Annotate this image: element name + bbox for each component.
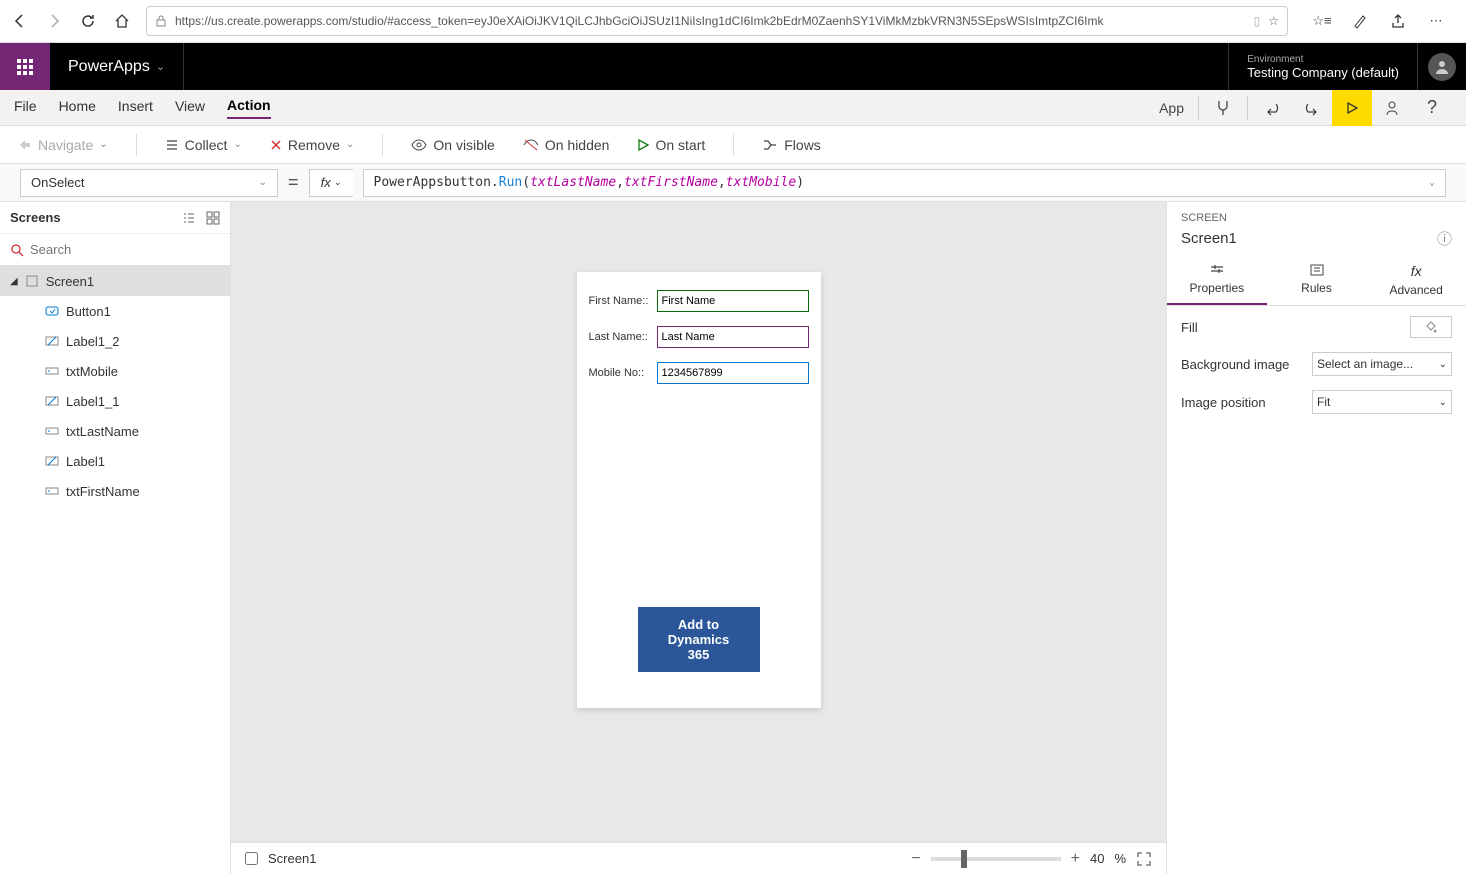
tab-advanced[interactable]: fx Advanced <box>1366 255 1466 305</box>
tree-header: Screens <box>10 210 61 225</box>
tree-item-label1[interactable]: Label1 <box>0 446 230 476</box>
tab-properties[interactable]: Properties <box>1167 255 1267 305</box>
help-icon[interactable]: ? <box>1412 90 1452 126</box>
tree-item-label1-2[interactable]: Label1_2 <box>0 326 230 356</box>
tab-rules[interactable]: Rules <box>1267 255 1367 305</box>
formula-bar: OnSelect⌄ = fx⌄ PowerAppsbutton.Run(txtL… <box>0 164 1466 202</box>
user-avatar[interactable] <box>1418 53 1466 81</box>
prop-bg-label: Background image <box>1181 357 1289 372</box>
tree-search[interactable] <box>0 234 230 266</box>
on-hidden-action[interactable]: On hidden <box>523 137 610 153</box>
browser-toolbar: ▯ ☆ ☆≡ ⋯ <box>0 0 1466 43</box>
zoom-out-icon[interactable]: − <box>911 850 920 868</box>
chevron-down-icon[interactable]: ⌄ <box>156 60 165 73</box>
url-input[interactable] <box>175 14 1246 28</box>
screen-checkbox[interactable] <box>245 852 258 865</box>
navigate-action: Navigate⌄ <box>18 137 108 153</box>
tree-item-button1[interactable]: Button1 <box>0 296 230 326</box>
tree-view-icon[interactable] <box>182 211 196 225</box>
tree-panel: Screens ◢ Screen1 Button1 Label1_2 txtMo… <box>0 202 231 874</box>
forward-icon[interactable] <box>44 11 64 31</box>
tab-action[interactable]: Action <box>227 97 271 119</box>
zoom-in-icon[interactable]: + <box>1071 850 1080 868</box>
prop-pos-label: Image position <box>1181 395 1266 410</box>
redo-icon[interactable] <box>1292 90 1332 126</box>
first-name-label: First Name:: <box>589 295 653 307</box>
tab-insert[interactable]: Insert <box>118 98 153 118</box>
prop-fill-label: Fill <box>1181 320 1198 335</box>
tree-item-label1-1[interactable]: Label1_1 <box>0 386 230 416</box>
mobile-label: Mobile No:: <box>589 367 653 379</box>
rp-section-label: SCREEN <box>1181 212 1452 224</box>
refresh-icon[interactable] <box>78 11 98 31</box>
tab-view[interactable]: View <box>175 98 205 118</box>
tree-item-screen1[interactable]: ◢ Screen1 <box>0 266 230 296</box>
tree-item-txtmobile[interactable]: txtMobile <box>0 356 230 386</box>
canvas: First Name:: Last Name:: Mobile No:: Add… <box>231 202 1166 874</box>
undo-icon[interactable] <box>1252 90 1292 126</box>
action-bar: Navigate⌄ Collect⌄ Remove⌄ On visible On… <box>0 126 1466 164</box>
share-icon[interactable] <box>1388 11 1408 31</box>
tab-home[interactable]: Home <box>59 98 96 118</box>
image-position-select[interactable]: Fit⌄ <box>1312 390 1452 414</box>
zoom-value: 40 <box>1090 851 1104 866</box>
formula-input[interactable]: PowerAppsbutton.Run(txtLastName,txtFirst… <box>363 169 1446 197</box>
first-name-input[interactable] <box>657 290 809 312</box>
on-visible-action[interactable]: On visible <box>411 137 494 153</box>
app-launcher[interactable] <box>0 43 50 90</box>
fill-swatch[interactable] <box>1410 316 1452 338</box>
favorites-icon[interactable]: ☆≡ <box>1312 11 1332 31</box>
share-icon[interactable] <box>1372 90 1412 126</box>
more-icon[interactable]: ⋯ <box>1426 11 1446 31</box>
star-icon[interactable]: ☆ <box>1268 14 1279 28</box>
app-checker-icon[interactable] <box>1203 90 1243 126</box>
property-selector[interactable]: OnSelect⌄ <box>20 169 278 197</box>
info-icon[interactable]: ⓘ <box>1437 228 1452 249</box>
flows-action[interactable]: Flows <box>762 137 821 153</box>
remove-action[interactable]: Remove⌄ <box>270 137 355 153</box>
last-name-label: Last Name:: <box>589 331 653 343</box>
properties-panel: SCREEN Screen1 ⓘ Properties Rules fx Adv… <box>1166 202 1466 874</box>
home-icon[interactable] <box>112 11 132 31</box>
equals-label: = <box>288 172 299 193</box>
zoom-slider[interactable] <box>931 857 1061 861</box>
app-header: PowerApps ⌄ Environment Testing Company … <box>0 43 1466 90</box>
app-title: PowerApps <box>68 58 150 76</box>
ribbon-tabs: File Home Insert View Action App ? <box>0 90 1466 126</box>
fit-to-window-icon[interactable] <box>1136 851 1152 867</box>
canvas-footer: Screen1 − + 40 % <box>231 842 1166 874</box>
rp-screen-title: Screen1 <box>1181 230 1237 247</box>
play-icon[interactable] <box>1332 90 1372 126</box>
tree-item-txtlastname[interactable]: txtLastName <box>0 416 230 446</box>
notes-icon[interactable] <box>1350 11 1370 31</box>
back-icon[interactable] <box>10 11 30 31</box>
address-bar[interactable]: ▯ ☆ <box>146 6 1288 36</box>
phone-screen[interactable]: First Name:: Last Name:: Mobile No:: Add… <box>577 272 821 708</box>
zoom-pct: % <box>1114 851 1126 866</box>
tree-item-txtfirstname[interactable]: txtFirstName <box>0 476 230 506</box>
environment-picker[interactable]: Environment Testing Company (default) <box>1228 43 1418 90</box>
mobile-input[interactable] <box>657 362 809 384</box>
footer-screen-label: Screen1 <box>268 851 316 866</box>
lock-icon <box>155 15 167 27</box>
reader-icon[interactable]: ▯ <box>1254 14 1261 28</box>
fx-label: fx⌄ <box>309 169 353 197</box>
on-start-action[interactable]: On start <box>637 137 705 153</box>
add-to-dynamics-button[interactable]: Add to Dynamics 365 <box>638 607 760 672</box>
bg-image-select[interactable]: Select an image...⌄ <box>1312 352 1452 376</box>
collect-action[interactable]: Collect⌄ <box>165 137 242 153</box>
thumbnail-view-icon[interactable] <box>206 211 220 225</box>
app-label[interactable]: App <box>1149 100 1194 116</box>
tab-file[interactable]: File <box>14 98 37 118</box>
last-name-input[interactable] <box>657 326 809 348</box>
